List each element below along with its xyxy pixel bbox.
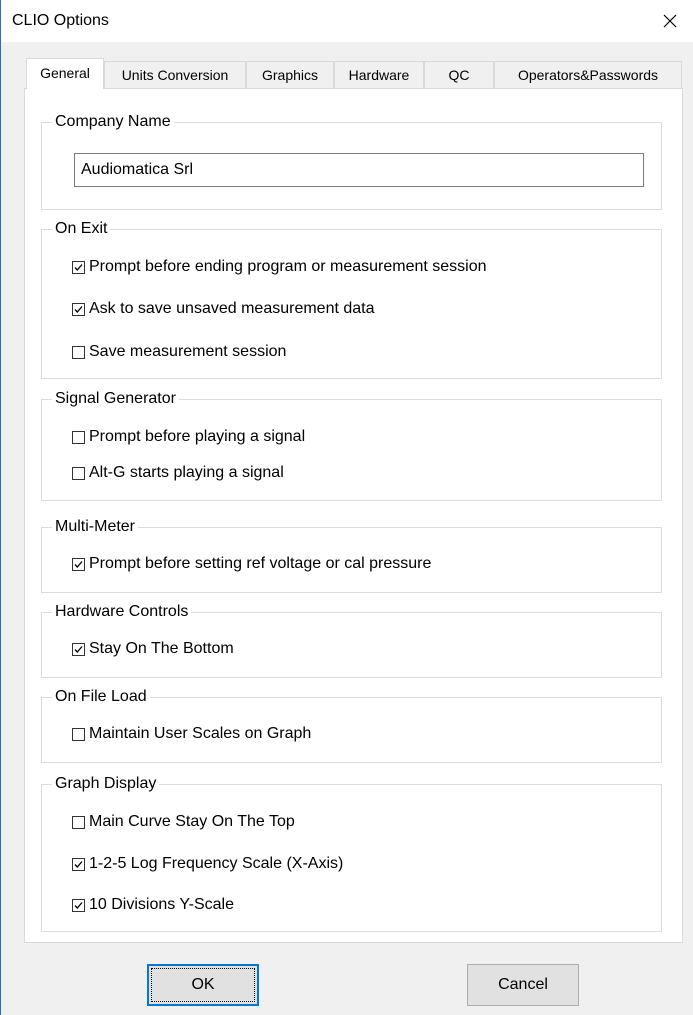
on-file-load-group: On File Load Maintain User Scales on Gra… bbox=[41, 687, 662, 763]
on-exit-group: On Exit Prompt before ending program or … bbox=[41, 219, 662, 379]
tab-hardware[interactable]: Hardware bbox=[334, 61, 424, 89]
tab-general[interactable]: General bbox=[26, 58, 104, 89]
title-bar: CLIO Options bbox=[1, 0, 693, 42]
checkbox-label: 10 Divisions Y-Scale bbox=[89, 896, 234, 913]
on-file-load-group-label: On File Load bbox=[52, 687, 150, 707]
tab-qc[interactable]: QC bbox=[424, 61, 494, 89]
checkbox-unchecked[interactable] bbox=[72, 466, 85, 480]
tab-units-conversion[interactable]: Units Conversion bbox=[104, 61, 246, 89]
checkbox-label: Stay On The Bottom bbox=[89, 640, 234, 657]
on-exit-group-label: On Exit bbox=[52, 219, 111, 239]
checkbox-label: Ask to save unsaved measurement data bbox=[89, 300, 375, 317]
cancel-button[interactable]: Cancel bbox=[467, 964, 579, 1006]
graph-display-group: Graph Display Main Curve Stay On The Top… bbox=[41, 774, 662, 932]
checkbox-unchecked[interactable] bbox=[72, 430, 85, 444]
checkbox-alt-g-starts-playing[interactable]: Alt-G starts playing a signal bbox=[72, 463, 284, 483]
checkbox-label: Prompt before setting ref voltage or cal… bbox=[89, 555, 432, 572]
checkbox-prompt-before-playing[interactable]: Prompt before playing a signal bbox=[72, 427, 305, 447]
checkbox-ask-save-unsaved[interactable]: Ask to save unsaved measurement data bbox=[72, 299, 375, 319]
checkbox-save-measurement-session[interactable]: Save measurement session bbox=[72, 342, 286, 362]
checkbox-prompt-before-ending[interactable]: Prompt before ending program or measurem… bbox=[72, 257, 487, 277]
checkbox-checked[interactable] bbox=[72, 642, 85, 656]
multi-meter-group: Multi-Meter Prompt before setting ref vo… bbox=[41, 517, 662, 593]
checkbox-unchecked[interactable] bbox=[72, 727, 85, 741]
company-name-input[interactable] bbox=[74, 153, 644, 187]
hardware-controls-group: Hardware Controls Stay On The Bottom bbox=[41, 602, 662, 678]
checkbox-label: Save measurement session bbox=[89, 343, 287, 360]
ok-button[interactable]: OK bbox=[147, 964, 259, 1006]
checkbox-checked[interactable] bbox=[72, 857, 85, 871]
tab-graphics[interactable]: Graphics bbox=[246, 61, 334, 89]
company-name-group: Company Name bbox=[41, 112, 662, 210]
checkbox-checked[interactable] bbox=[72, 260, 85, 274]
checkbox-checked[interactable] bbox=[72, 302, 85, 316]
cancel-button-label: Cancel bbox=[498, 976, 548, 993]
clio-options-dialog: CLIO Options General Units Conversion Gr… bbox=[0, 0, 693, 1015]
window-title: CLIO Options bbox=[12, 12, 109, 29]
signal-generator-group: Signal Generator Prompt before playing a… bbox=[41, 389, 662, 501]
company-name-group-label: Company Name bbox=[52, 112, 174, 132]
checkbox-unchecked[interactable] bbox=[72, 815, 85, 829]
checkbox-label: Main Curve Stay On The Top bbox=[89, 813, 295, 830]
checkbox-label: Alt-G starts playing a signal bbox=[89, 464, 284, 481]
checkbox-label: Prompt before playing a signal bbox=[89, 428, 306, 445]
close-button[interactable] bbox=[647, 0, 693, 42]
checkbox-maintain-user-scales[interactable]: Maintain User Scales on Graph bbox=[72, 724, 311, 744]
checkbox-label: Maintain User Scales on Graph bbox=[89, 725, 312, 742]
graph-display-group-label: Graph Display bbox=[52, 774, 160, 794]
focus-ring bbox=[151, 968, 255, 1002]
checkbox-main-curve-on-top[interactable]: Main Curve Stay On The Top bbox=[72, 812, 295, 832]
checkbox-label: 1-2-5 Log Frequency Scale (X-Axis) bbox=[89, 855, 344, 872]
tab-operators-passwords[interactable]: Operators&Passwords bbox=[494, 61, 682, 89]
checkbox-unchecked[interactable] bbox=[72, 345, 85, 359]
checkbox-prompt-before-setting-ref[interactable]: Prompt before setting ref voltage or cal… bbox=[72, 554, 431, 574]
signal-generator-group-label: Signal Generator bbox=[52, 389, 179, 409]
checkbox-10-divisions-y-scale[interactable]: 10 Divisions Y-Scale bbox=[72, 895, 234, 915]
checkbox-stay-on-bottom[interactable]: Stay On The Bottom bbox=[72, 639, 234, 659]
hardware-controls-group-label: Hardware Controls bbox=[52, 602, 192, 622]
general-tab-panel: Company Name On Exit Prompt before endin… bbox=[24, 88, 683, 943]
close-icon bbox=[663, 14, 677, 28]
checkbox-checked[interactable] bbox=[72, 557, 85, 571]
multi-meter-group-label: Multi-Meter bbox=[52, 517, 139, 537]
checkbox-label: Prompt before ending program or measurem… bbox=[89, 258, 487, 275]
checkbox-log-frequency-scale[interactable]: 1-2-5 Log Frequency Scale (X-Axis) bbox=[72, 854, 343, 874]
checkbox-checked[interactable] bbox=[72, 898, 85, 912]
